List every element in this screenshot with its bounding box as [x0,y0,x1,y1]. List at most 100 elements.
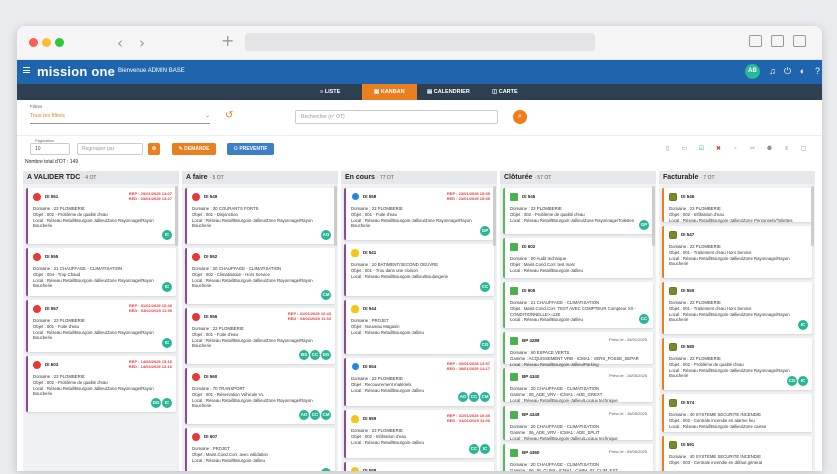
folder-icon[interactable]: ▫ [732,146,739,153]
ot-card[interactable]: BP 4289 Prévu le : 26/01/2025 Domaine : 60… [503,332,653,367]
assignee-badge[interactable]: IC [162,230,172,240]
ot-card[interactable]: DI 555 Domaine : 21 CHAUFFAGE - CLIMATISA… [26,248,176,296]
assignee-badge[interactable]: CM [480,392,490,402]
assignee-badge[interactable]: BS [299,350,309,360]
ot-card[interactable]: DI 549 Domaine : 30 COURANTS FORTS Objet :… [185,188,335,244]
ot-card[interactable]: DI 554 REP : 30/01/2025 13:57 RED : 30/01/… [344,358,494,406]
check-icon[interactable]: ☑ [698,146,705,153]
tab-kanban[interactable]: ▦ KANBAN [362,84,417,100]
assignee-badge[interactable]: CM [321,410,331,420]
column-scrollbar[interactable] [811,186,814,246]
logout-icon[interactable]: ⏻ [781,65,794,78]
column-scrollbar[interactable] [175,186,178,246]
ot-card[interactable]: DI 580 Domaine : 23 PLOMBERIE Objet : 002 … [662,338,812,390]
assignee-badge[interactable]: CC [310,410,320,420]
assignee-badge[interactable]: DG [321,350,331,360]
ot-card[interactable]: DI 605 Domaine : 21 CHAUFFAGE - CLIMATISA… [503,282,653,328]
share-icon[interactable] [771,35,784,47]
assignee-badge[interactable]: IC [798,320,808,330]
tab-carte[interactable]: ◫ CARTE [492,84,518,100]
maximize-dot[interactable] [55,38,64,47]
ot-card[interactable]: DI 574 Domaine : 40 SYSTEME SECURITE INCE… [662,394,812,432]
ot-card[interactable]: DI 545 Domaine : 23 PLOMBERIE Objet : 002 … [503,188,653,234]
forward-icon[interactable]: › [139,34,145,52]
assignee-badge[interactable]: CC [469,392,479,402]
ot-card[interactable]: BP 4360 Prévu le : 09/06/2025 Domaine : 20… [503,444,653,471]
url-bar[interactable] [245,33,595,51]
assignee-badge[interactable]: IC [162,282,172,292]
help-icon[interactable]: ? [811,65,822,78]
column-scrollbar[interactable] [334,186,337,246]
delete-icon[interactable]: ✖ [715,146,722,153]
ot-card[interactable]: DI 559 REP : 31/01/2025 10:40 RED : 31/01/… [344,410,494,458]
search-icon[interactable]: ⌕ [513,110,527,124]
demande-button[interactable]: ✎ DEMANDE [172,143,216,155]
new-tab-icon[interactable]: + [221,31,234,50]
ot-card[interactable]: DI 558Domaine : 23 PLOMBERIE [344,462,494,471]
assignee-badge[interactable]: CC [480,282,490,292]
ot-card[interactable]: DI 603 REP : 14/03/2025 15:16 RED : 14/03/… [26,356,176,412]
ot-card[interactable]: DI 591 Domaine : 40 SYSTEME SECURITE INCE… [662,436,812,471]
assignee-badge[interactable]: DG [151,398,161,408]
headset-icon[interactable]: ♫ [766,65,779,78]
avatar[interactable]: AB [745,64,760,79]
filter-select[interactable]: Tous les filtres ⌄ [30,110,210,124]
search-input[interactable]: Rechercher (n° OT) [295,110,498,124]
assignee-badge[interactable]: CC [469,444,479,454]
tab-calendrier[interactable]: ▤ CALENDRIER [427,84,470,100]
assignee-badge[interactable]: IC [162,338,172,348]
assignee-badge[interactable]: AO [321,230,331,240]
assignee-badge[interactable]: GP [639,220,649,230]
column-scrollbar[interactable] [652,186,655,246]
assignee-badge[interactable]: IC [798,376,808,386]
close-dot[interactable] [29,38,38,47]
history-icon[interactable]: ↺ [225,110,233,121]
ot-card[interactable]: DI 602 Domaine : 00 Audit technique Objet … [503,238,653,278]
ot-card[interactable]: DI 557 REP : 31/01/2025 10:40 RED : 03/02/… [26,300,176,352]
tools-icon[interactable]: ✂ [749,146,756,153]
assignee-badge[interactable]: DG [321,468,331,471]
assignee-badge[interactable]: CC [639,314,649,324]
assignee-badge[interactable]: CG [787,376,797,386]
ot-card[interactable]: DI 552 Domaine : 20 CHAUFFAGE - CLIMATISA… [185,248,335,304]
tab-liste[interactable]: ≡ LISTE [320,84,340,100]
back-icon[interactable]: ‹ [117,34,123,52]
ot-card[interactable]: DI 547 Domaine : 23 PLOMBERIE Objet : 001 … [662,226,812,278]
assignee-badge[interactable]: CG [480,340,490,350]
ot-card[interactable]: DI 551 REP : 29/01/2025 14:07 RED : 03/01/… [26,188,176,244]
ot-card[interactable]: DI 541 Domaine : 10 BATIMENT/SECOND OEUVR… [344,244,494,296]
reader-icon[interactable] [749,35,762,47]
minimize-dot[interactable] [42,38,51,47]
settings-button[interactable]: ⚙ [148,143,160,155]
tabs-icon[interactable] [793,35,806,47]
assignee-badge[interactable]: IC [480,444,490,454]
filter-icon[interactable]: ≡ [783,146,790,153]
ot-card[interactable]: DI 558 REP : 23/01/2025 15:39 RED : 23/01/… [344,188,494,240]
comment-icon[interactable]: ▢ [800,146,807,153]
column-header: A VALIDER TDC · 4 OT [23,171,179,184]
assignee-badge[interactable]: CM [321,290,331,300]
menu-icon[interactable] [23,67,30,73]
assignee-badge[interactable]: IC [162,398,172,408]
assignee-badge[interactable]: GP [480,226,490,236]
ot-card[interactable]: BP 4349 Prévu le : 16/05/2025 Domaine : 20… [503,406,653,441]
pagesize-select[interactable]: 10 [30,143,70,155]
assignee-badge[interactable]: AO [299,410,309,420]
ot-card[interactable]: DI 546 Domaine : 23 PLOMBERIE Objet : 002 … [662,188,812,223]
ot-card[interactable]: DI 607 Domaine : PROJET Objet : Maint.Cond… [185,428,335,471]
card-line: Local : Réseau Retail/Bourgoin-Jallieu/B… [351,273,448,279]
ot-card[interactable]: DI 556 REP : 31/01/2025 10:43 RED : 03/02/… [185,308,335,364]
column-scrollbar[interactable] [493,186,496,246]
ot-card[interactable]: DI 560 Domaine : 70 TRANSPORT Objet : 001 … [185,368,335,424]
ot-card[interactable]: DI 544 Domaine : PROJET Objet : Nouveau Ma… [344,300,494,354]
users-icon[interactable]: ⚉ [766,146,773,153]
ot-card[interactable]: DI 550 Domaine : 23 PLOMBERIE Objet : 001 … [662,282,812,334]
theme-icon[interactable]: ◐ [796,65,809,78]
pdf-icon[interactable]: ▯ [664,146,671,153]
assignee-badge[interactable]: AO [458,392,468,402]
print-icon[interactable]: ▭ [681,146,688,153]
assignee-badge[interactable]: CC [310,350,320,360]
group-by-select[interactable]: Regrouper par [77,143,143,155]
ot-card[interactable]: BP 4340 Prévu le : 16/05/2025 Domaine : 20… [503,368,653,403]
preventif-button[interactable]: ⚇ PREVENTIF [227,143,274,155]
